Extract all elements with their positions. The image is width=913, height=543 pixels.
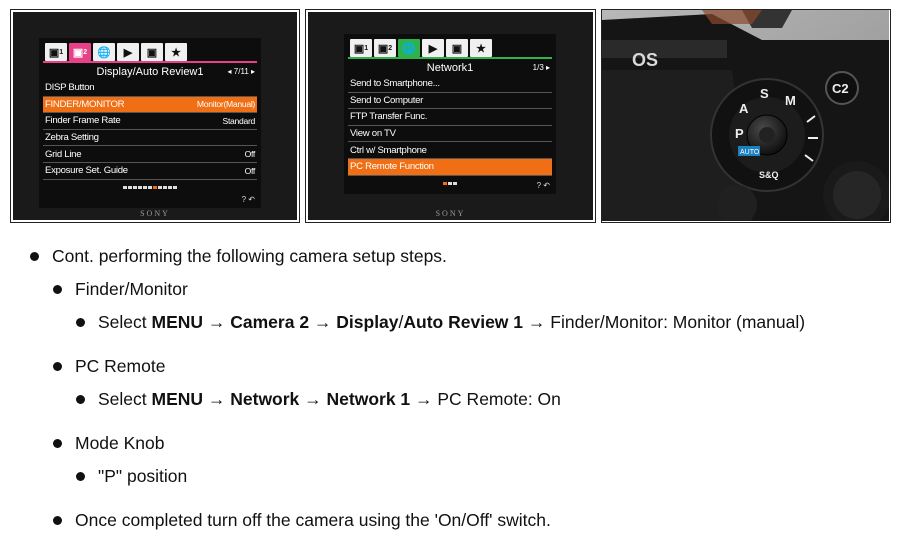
menu-tabs: ▣ 1 ▣ 2 🌐 ▶ ▣ ★ [344, 34, 556, 57]
menu-list: DISP Button FINDER/MONITOR Monitor(Manual… [43, 80, 257, 180]
menu-row: Send to Computer [348, 93, 552, 110]
list-item: Select MENU → Network → Network 1 → PC R… [76, 389, 561, 410]
menu-page-indicator: ◂ 7/11 ▸ [227, 67, 255, 76]
menu-list: Send to Smartphone... Send to Computer F… [348, 76, 552, 176]
list-item: Finder/Monitor [53, 279, 188, 300]
menu-row: Send to Smartphone... [348, 76, 552, 93]
dial-label-a: A [739, 101, 749, 116]
bullet-icon [53, 516, 62, 525]
mymenu-tab-icon: ★ [165, 43, 187, 61]
menu-page-indicator: 1/3 ▸ [532, 63, 550, 72]
sony-logo: SONY [140, 209, 170, 218]
menu-row: FTP Transfer Func. [348, 109, 552, 126]
sony-logo: SONY [435, 209, 466, 218]
dial-label-auto: AUTO [740, 149, 760, 156]
list-item: Mode Knob [53, 433, 165, 454]
camera-photo: OS M S A P AUTO S&Q C2 [601, 9, 891, 223]
menu-tabs: ▣ 1 ▣ 2 🌐 ▶ ▣ ★ [39, 38, 261, 61]
dial-label-m: M [785, 93, 796, 108]
bullet-icon [30, 252, 39, 261]
setup-tab-icon: ▣ [141, 43, 163, 61]
bullet-icon [76, 318, 85, 327]
mymenu-tab-icon: ★ [470, 39, 492, 57]
list-item: Once completed turn off the camera using… [53, 510, 551, 531]
menu-title: Display/Auto Review1 ◂ 7/11 ▸ [96, 66, 256, 78]
camera1-tab-icon: ▣ 1 [45, 43, 67, 61]
camera2-tab-icon: ▣ 2 [374, 39, 396, 57]
list-item: "P" position [76, 466, 187, 487]
camera-lcd-screen: ▣ 1 ▣ 2 🌐 ▶ ▣ ★ Network1 1/3 ▸ Send to Sma… [344, 34, 556, 194]
menu-row-selected: FINDER/MONITOR Monitor(Manual) [43, 96, 257, 114]
setup-tab-icon: ▣ [446, 39, 468, 57]
menu-screenshot-network: ▣ 1 ▣ 2 🌐 ▶ ▣ ★ Network1 1/3 ▸ Send to Sma… [305, 9, 596, 223]
menu-screenshot-display: ▣ 1 ▣ 2 🌐 ▶ ▣ ★ Display/Auto Review1 ◂ 7/1… [10, 9, 300, 223]
bullet-icon [76, 472, 85, 481]
help-icon: ? ↶ [241, 195, 255, 204]
list-item: Select MENU → Camera 2 → Display / Auto Re… [76, 312, 805, 333]
page-dots [39, 185, 261, 189]
menu-row: Ctrl w/ Smartphone [348, 142, 552, 159]
menu-row: DISP Button [43, 80, 257, 97]
c2-button-label: C2 [832, 81, 849, 96]
menu-row: Zebra Setting [43, 130, 257, 147]
bullet-icon [53, 362, 62, 371]
menu-row: Exposure Set. Guide Off [43, 163, 257, 180]
camera-lcd-screen: ▣ 1 ▣ 2 🌐 ▶ ▣ ★ Display/Auto Review1 ◂ 7/1… [39, 38, 261, 208]
page-dots [344, 181, 556, 185]
playback-tab-icon: ▶ [422, 39, 444, 57]
dial-label-s: S [760, 86, 769, 101]
dial-label-p: P [735, 126, 744, 141]
bullet-icon [53, 439, 62, 448]
dial-label-sq: S&Q [759, 170, 779, 180]
bullet-icon [76, 395, 85, 404]
help-icon: ? ↶ [536, 181, 550, 190]
brand-label: OS [632, 50, 658, 70]
menu-row-selected: PC Remote Function [348, 158, 552, 176]
menu-row: Finder Frame Rate Standard [43, 113, 257, 130]
list-item: Cont. performing the following camera se… [30, 246, 447, 267]
menu-title: Network1 1/3 ▸ [426, 62, 550, 74]
camera-mode-dial-image: OS M S A P AUTO S&Q C2 [602, 10, 890, 222]
camera1-tab-icon: ▣ 1 [350, 39, 372, 57]
menu-row: Grid Line Off [43, 146, 257, 163]
menu-row: View on TV [348, 126, 552, 143]
network-tab-icon: 🌐 [93, 43, 115, 61]
camera2-tab-icon: ▣ 2 [69, 43, 91, 61]
list-item: PC Remote [53, 356, 165, 377]
playback-tab-icon: ▶ [117, 43, 139, 61]
bullet-icon [53, 285, 62, 294]
network-tab-icon: 🌐 [398, 39, 420, 57]
